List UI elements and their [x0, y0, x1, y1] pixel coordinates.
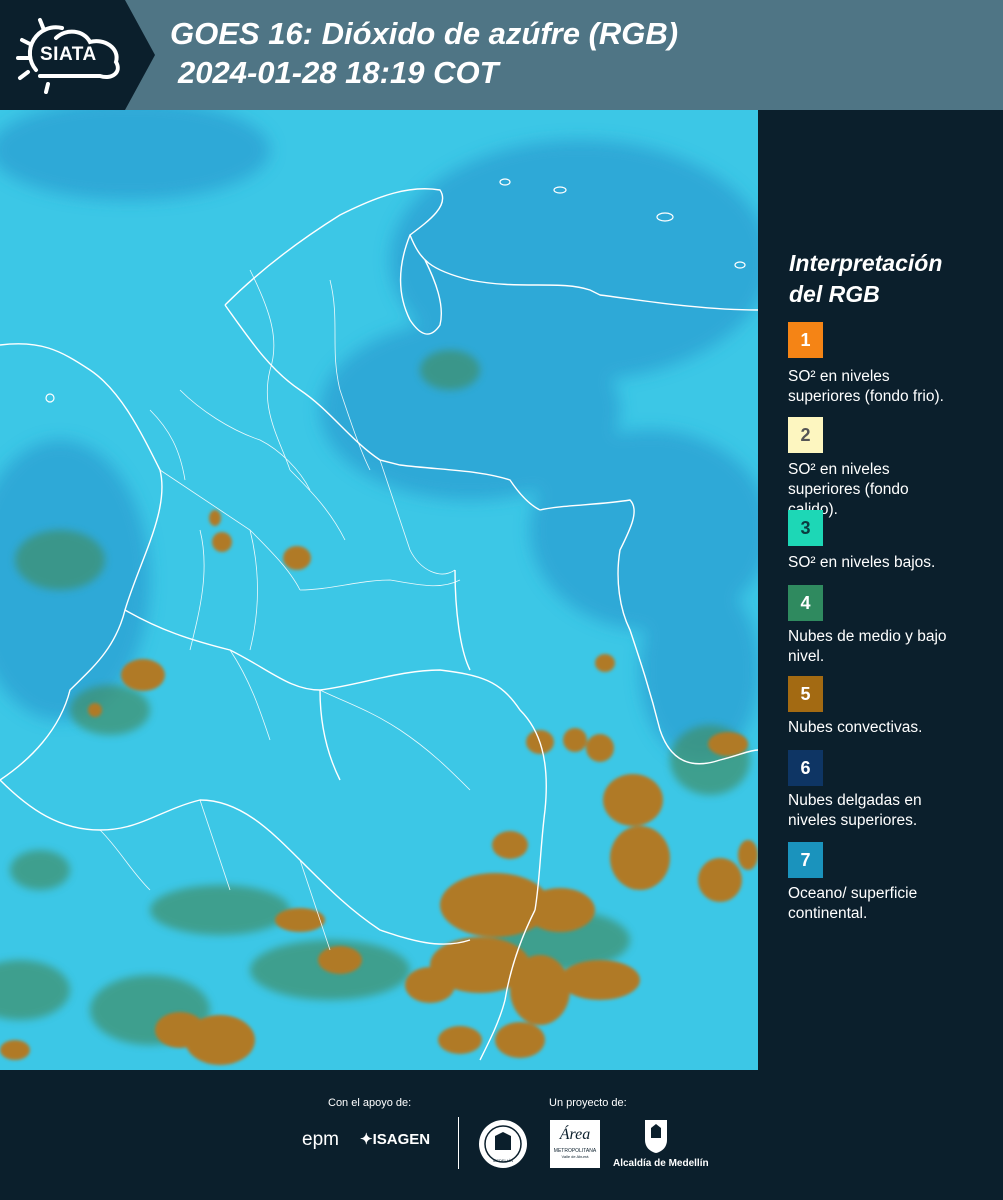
legend-desc-1: SO² en niveles superiores (fondo frio).: [788, 367, 993, 407]
isagen-logo: ✦ISAGEN: [360, 1130, 430, 1148]
legend-swatch-7: 7: [788, 842, 823, 878]
legend-panel: Interpretación del RGB 1 SO² en niveles …: [760, 110, 1003, 1070]
legend-swatch-6: 6: [788, 750, 823, 786]
legend-desc-line: superiores (fondo: [788, 481, 909, 498]
legend-swatch-5: 5: [788, 676, 823, 712]
isagen-label: ISAGEN: [372, 1131, 431, 1148]
footer-divider: [458, 1117, 459, 1169]
legend-swatch-4: 4: [788, 585, 823, 621]
siata-logo: SIATA: [0, 0, 155, 110]
legend-swatch-2: 2: [788, 417, 823, 453]
legend-swatch-3: 3: [788, 510, 823, 546]
legend-desc-line: Oceano/ superficie: [788, 885, 918, 902]
medellin-seal-icon: MEDELLÍN: [479, 1120, 527, 1168]
header-bar: SIATA GOES 16: Dióxido de azúfre (RGB) 2…: [0, 0, 1003, 110]
page-title: GOES 16: Dióxido de azúfre (RGB): [170, 16, 679, 51]
legend-title-line2: del RGB: [789, 281, 880, 307]
legend-number: 2: [800, 425, 811, 445]
legend-desc-6: Nubes delgadas en niveles superiores.: [788, 791, 993, 831]
legend-number: 5: [800, 684, 811, 704]
satellite-map[interactable]: [0, 110, 758, 1070]
legend-number: 6: [800, 758, 811, 778]
area-logo-sub2: Valle de Aburrá: [561, 1154, 589, 1159]
legend-desc-line: SO² en niveles: [788, 461, 890, 478]
legend-desc-line: Nubes delgadas en: [788, 792, 922, 809]
legend-swatch-1: 1: [788, 322, 823, 358]
support-label: Con el apoyo de:: [328, 1097, 412, 1109]
legend-title-line1: Interpretación: [789, 250, 943, 276]
area-metropolitana-logo: Área METROPOLITANA Valle de Aburrá: [550, 1120, 600, 1168]
seal-text: MEDELLÍN: [493, 1158, 513, 1163]
timestamp: 2024-01-28 18:19 COT: [178, 55, 499, 90]
legend-desc-line: niveles superiores.: [788, 812, 918, 829]
epm-logo: epm: [302, 1129, 339, 1150]
legend-desc-line: Nubes convectivas.: [788, 719, 923, 736]
area-logo-name: Área: [559, 1126, 591, 1143]
map-canvas: [0, 110, 758, 1070]
legend-number: 7: [800, 850, 811, 870]
legend-number: 3: [800, 518, 811, 538]
legend-desc-line: superiores (fondo frio).: [788, 388, 944, 405]
logo-text: SIATA: [40, 44, 97, 65]
legend-number: 1: [800, 330, 811, 350]
legend-desc-3: SO² en niveles bajos.: [788, 553, 993, 573]
legend-desc-7: Oceano/ superficie continental.: [788, 884, 993, 924]
legend-desc-5: Nubes convectivas.: [788, 718, 993, 738]
project-label: Un proyecto de:: [549, 1097, 627, 1109]
legend-desc-line: nivel.: [788, 648, 825, 665]
legend-desc-line: SO² en niveles bajos.: [788, 554, 936, 571]
legend-desc-4: Nubes de medio y bajo nivel.: [788, 627, 993, 667]
legend-desc-line: SO² en niveles: [788, 368, 890, 385]
alcaldia-label: Alcaldía de Medellín: [613, 1158, 709, 1169]
legend-title: Interpretación del RGB: [789, 248, 989, 310]
footer: Con el apoyo de: Un proyecto de: epm ✦IS…: [0, 1070, 1003, 1200]
legend-desc-line: Nubes de medio y bajo: [788, 628, 947, 645]
alcaldia-shield-icon: [645, 1120, 667, 1153]
isagen-icon: ✦: [360, 1131, 373, 1148]
legend-desc-line: continental.: [788, 905, 868, 922]
legend-number: 4: [800, 593, 811, 613]
